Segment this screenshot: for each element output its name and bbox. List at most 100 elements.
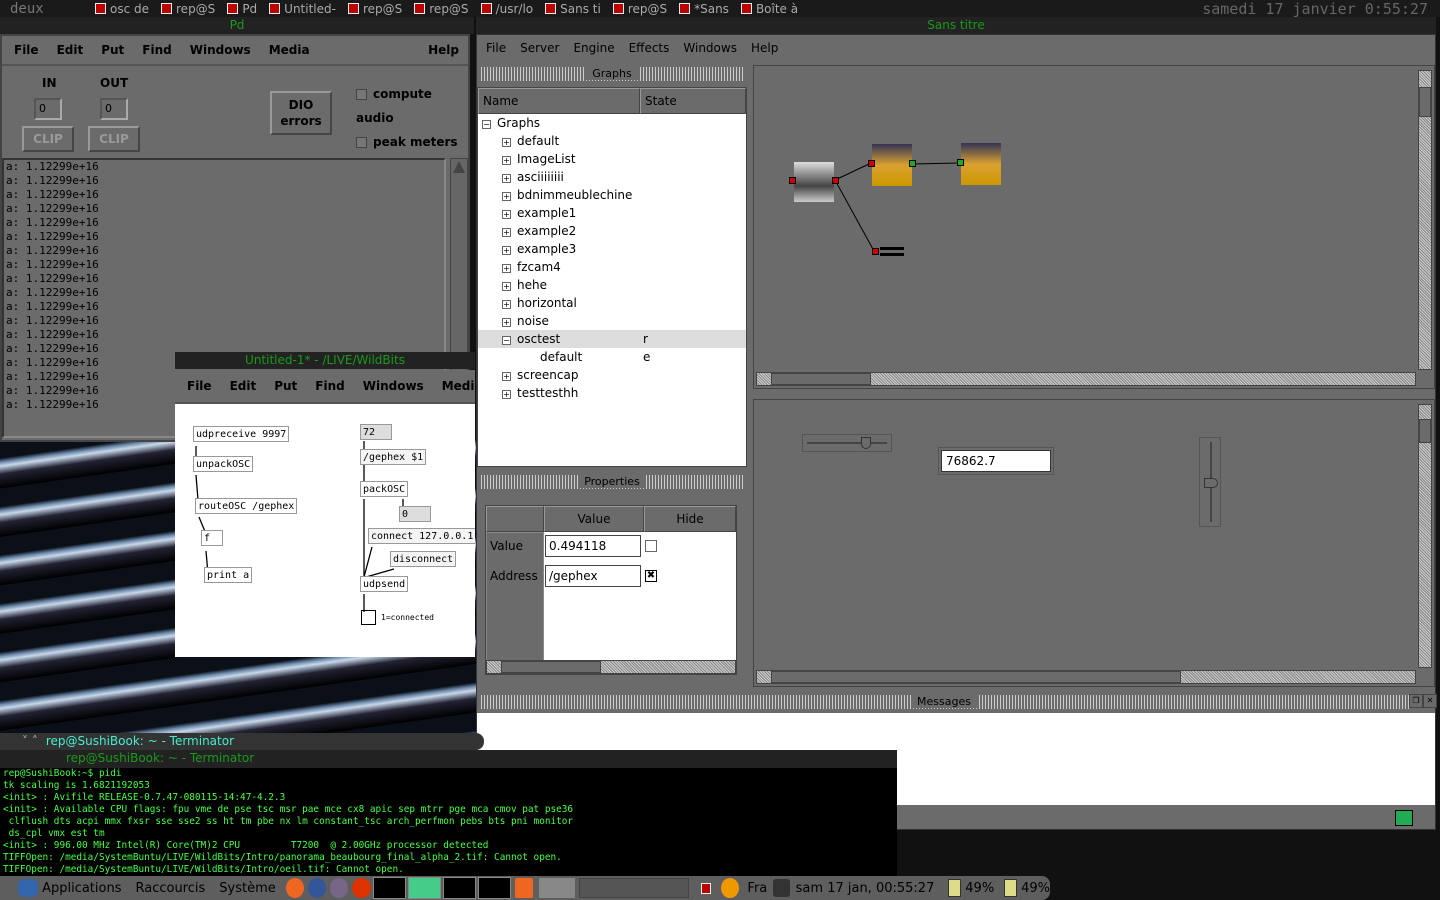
task-button[interactable]: rep@S — [347, 2, 402, 16]
menu-raccourcis[interactable]: Raccourcis — [135, 881, 205, 896]
task-button[interactable]: rep@S — [612, 2, 667, 16]
task-button[interactable]: Pd — [227, 2, 257, 16]
task-button[interactable]: Boîte à — [740, 2, 798, 16]
workspace-name[interactable]: deux — [0, 1, 90, 17]
task-button[interactable]: osc de — [95, 2, 149, 16]
disconnect-message[interactable]: disconnect — [390, 551, 457, 567]
terminator-title-inactive[interactable]: ˅ ˄ rep@SushiBook: ~ - Terminator — [0, 733, 484, 750]
connected-toggle[interactable] — [361, 610, 376, 625]
control-panel[interactable]: 76862.7 — [753, 399, 1435, 687]
graph-tree-item[interactable]: + default — [478, 132, 746, 150]
menu-put[interactable]: Put — [265, 379, 306, 393]
menu-windows[interactable]: Windows — [181, 43, 260, 57]
menu-file[interactable]: File — [178, 379, 221, 393]
number-box-72[interactable]: 72 — [360, 424, 392, 440]
vertical-slider[interactable] — [1199, 437, 1221, 527]
prop-value-hide-checkbox[interactable] — [645, 540, 657, 552]
menu-find[interactable]: Find — [306, 379, 353, 393]
graph-tree-item[interactable]: + example3 — [478, 240, 746, 258]
graph-tree-item[interactable]: − Graphs — [478, 114, 746, 132]
properties-hscrollbar[interactable] — [486, 660, 736, 674]
collapse-icon[interactable]: − — [482, 120, 491, 129]
expand-icon[interactable]: + — [502, 282, 511, 291]
out-clip-button[interactable]: CLIP — [88, 126, 140, 152]
graph-tree-item[interactable]: + noise — [478, 312, 746, 330]
expand-icon[interactable]: + — [502, 228, 511, 237]
graph-tree-item[interactable]: + bdnimmeublechine — [478, 186, 746, 204]
task-button[interactable]: Sans ti — [545, 2, 601, 16]
task-button[interactable]: rep@S — [414, 2, 469, 16]
expand-icon[interactable]: + — [502, 192, 511, 201]
output-port[interactable] — [909, 160, 916, 167]
graph-tree-item[interactable]: − osctest r — [478, 330, 746, 348]
menu-help[interactable]: Help — [419, 43, 468, 57]
graph-tree-item[interactable]: + example2 — [478, 222, 746, 240]
expand-icon[interactable]: + — [502, 390, 511, 399]
input-port[interactable] — [789, 177, 796, 184]
graph-vscrollbar[interactable] — [1418, 70, 1432, 370]
peak-meters-checkbox[interactable]: peak meters — [356, 130, 468, 154]
menu-engine[interactable]: Engine — [573, 41, 614, 55]
workspace-switcher[interactable] — [538, 878, 576, 898]
messages-panel-header[interactable]: Messages — [479, 695, 1409, 709]
menu-windows[interactable]: Windows — [683, 41, 737, 55]
patch-window-title[interactable]: Untitled-1* - /LIVE/WildBits — [175, 352, 475, 369]
task-button[interactable]: *Sans — [679, 2, 729, 16]
menu-effects[interactable]: Effects — [629, 41, 670, 55]
thunderbird-icon[interactable] — [308, 878, 327, 898]
graph-tree-item[interactable]: + horizontal — [478, 294, 746, 312]
input-port[interactable] — [957, 159, 964, 166]
app-tray-icon[interactable] — [700, 882, 712, 894]
column-name[interactable]: Name — [478, 88, 640, 114]
menu-put[interactable]: Put — [92, 43, 133, 57]
graph-tree-item[interactable]: + fzcam4 — [478, 258, 746, 276]
expand-icon[interactable]: + — [502, 210, 511, 219]
expand-icon[interactable]: + — [502, 138, 511, 147]
in-clip-button[interactable]: CLIP — [22, 126, 74, 152]
menu-file[interactable]: File — [486, 41, 506, 55]
float-object[interactable]: f — [201, 530, 223, 546]
task-button[interactable]: /usr/lo — [480, 2, 533, 16]
collapse-icon[interactable]: − — [502, 336, 511, 345]
menu-systeme[interactable]: Système — [219, 881, 275, 896]
prop-address-input[interactable]: /gephex — [545, 565, 641, 587]
dio-errors-button[interactable]: DIO errors — [270, 91, 332, 135]
sound-icon[interactable] — [773, 879, 790, 897]
menu-media[interactable]: Media — [260, 43, 319, 57]
output-module-icon[interactable] — [961, 143, 1001, 185]
effect-module-icon[interactable] — [872, 144, 912, 186]
menu-edit[interactable]: Edit — [221, 379, 266, 393]
output-port[interactable] — [832, 177, 839, 184]
patch-canvas[interactable]: udpreceive 9997 unpackOSC routeOSC /geph… — [175, 404, 475, 657]
graphs-panel-header[interactable]: Graphs — [479, 67, 745, 81]
graph-tree-item[interactable]: + testtesthh — [478, 384, 746, 402]
source-module-icon[interactable] — [794, 162, 834, 202]
control-hscrollbar[interactable] — [756, 670, 1416, 684]
menu-find[interactable]: Find — [133, 43, 180, 57]
firefox-icon[interactable] — [285, 878, 304, 898]
pd-window-title[interactable]: Pd — [0, 17, 474, 34]
pidgin-icon[interactable] — [330, 878, 349, 898]
properties-panel-header[interactable]: Properties — [479, 475, 745, 489]
task-button[interactable]: rep@S — [161, 2, 215, 16]
menu-file[interactable]: File — [5, 43, 48, 57]
close-icon[interactable]: ✕ — [1423, 694, 1437, 708]
expand-icon[interactable]: + — [502, 372, 511, 381]
menu-windows[interactable]: Windows — [354, 379, 433, 393]
packosc-object[interactable]: packOSC — [360, 481, 409, 497]
graph-tree-item[interactable]: default e — [478, 348, 746, 366]
task-button[interactable]: Untitled- — [269, 2, 336, 16]
gephex-window-title[interactable]: Sans titre — [476, 17, 1436, 34]
number-box-0[interactable]: 0 — [399, 506, 431, 522]
undock-icon[interactable]: ❐ — [1409, 694, 1423, 708]
shell-icon[interactable] — [352, 878, 371, 898]
input-port[interactable] — [872, 248, 879, 255]
menu-server[interactable]: Server — [520, 41, 559, 55]
udpsend-object[interactable]: udpsend — [360, 576, 409, 592]
compute-audio-checkbox[interactable]: compute audio — [356, 82, 468, 130]
expand-icon[interactable]: + — [502, 318, 511, 327]
control-vscrollbar[interactable] — [1418, 404, 1432, 668]
expand-icon[interactable]: + — [502, 174, 511, 183]
terminator-title[interactable]: rep@SushiBook: ~ - Terminator — [0, 750, 897, 768]
unpackosc-object[interactable]: unpackOSC — [193, 456, 254, 472]
